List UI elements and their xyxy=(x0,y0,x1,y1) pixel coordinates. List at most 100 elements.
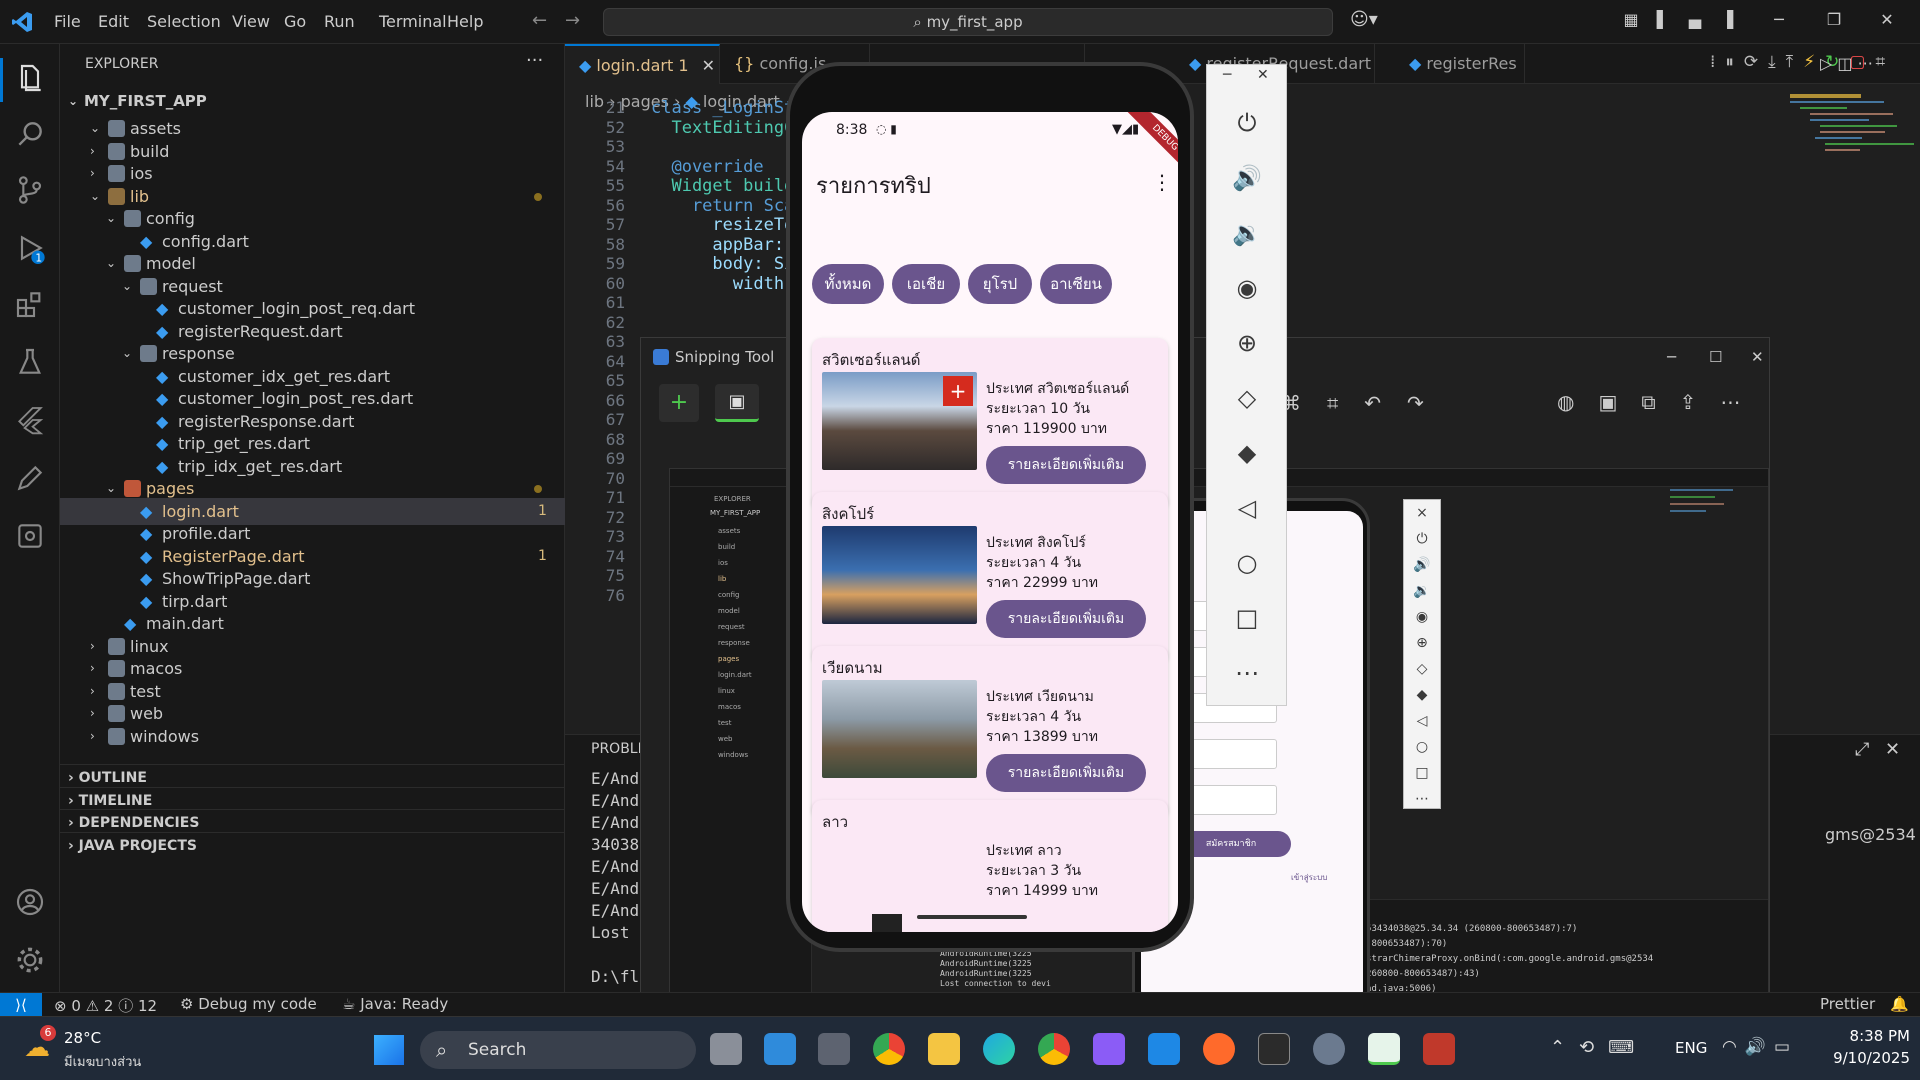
home-icon[interactable]: ○ xyxy=(1229,545,1265,581)
zoom-icon[interactable]: ⊕ xyxy=(1229,325,1265,361)
chrome-icon[interactable] xyxy=(1038,1033,1070,1065)
menu-selection[interactable]: Selection xyxy=(147,12,221,31)
java-status[interactable]: ☕ Java: Ready xyxy=(342,995,448,1013)
android-studio-icon[interactable] xyxy=(1368,1033,1400,1065)
edit-pen-icon[interactable] xyxy=(14,462,46,494)
trip-card[interactable]: สวิตเซอร์แลนด์ + ประเทศ สวิตเซอร์แลนด์ ระยะ… xyxy=(812,338,1168,508)
new-snip-button[interactable]: + xyxy=(659,384,699,422)
source-control-icon[interactable] xyxy=(14,174,46,206)
tray-icons[interactable]: ⌃⟲⌨ xyxy=(1550,1037,1648,1058)
menu-view[interactable]: View xyxy=(232,12,270,31)
layout-custom-icon[interactable]: ▦ xyxy=(1620,10,1642,32)
minimize-icon[interactable]: ─ xyxy=(1768,10,1790,32)
power-icon[interactable]: ⏻ xyxy=(1229,105,1265,141)
menu-terminal[interactable]: Terminal xyxy=(379,12,447,31)
workspace-root[interactable]: ⌄ MY_FIRST_APP xyxy=(60,88,565,115)
toggle-panel-icon[interactable]: ▄ xyxy=(1684,10,1706,32)
details-button[interactable]: รายละเอียดเพิ่มเติม xyxy=(986,446,1146,484)
notepad-icon[interactable] xyxy=(764,1033,796,1065)
overview-icon[interactable]: □ xyxy=(1229,600,1265,636)
task-view-icon[interactable] xyxy=(710,1033,742,1065)
command-center-search[interactable]: ⌕ my_first_app xyxy=(603,8,1333,36)
remote-icon[interactable]: ⟩⟨ xyxy=(0,993,42,1017)
back-icon[interactable]: ◁ xyxy=(1229,490,1265,526)
minimap[interactable] xyxy=(1790,94,1914,424)
testing-icon[interactable] xyxy=(14,346,46,378)
run-debug-icon[interactable]: 1 xyxy=(14,232,46,264)
overflow-menu-icon[interactable]: ⋮ xyxy=(1152,170,1172,194)
trip-card[interactable]: สิงคโปร์ ประเทศ สิงคโปร์ ระยะเวลา 4 วัน ราค… xyxy=(812,492,1168,662)
prettier-status[interactable]: Prettier xyxy=(1820,995,1875,1013)
toggle-secondary-sidebar-icon[interactable]: ▐ xyxy=(1716,10,1738,32)
camera-mode-button[interactable]: ▣ xyxy=(715,384,759,422)
maximize-panel-icon[interactable]: ⤢ xyxy=(1855,739,1869,760)
close-tab-icon[interactable]: ✕ xyxy=(702,56,715,75)
copilot-icon[interactable]: ☺▾ xyxy=(1350,9,1378,30)
trip-card[interactable]: ลาว ประเทศ ลาว ระยะเวลา 3 วัน ราคา 14999 บา… xyxy=(812,800,1168,932)
clock-time[interactable]: 8:38 PM xyxy=(1828,1027,1910,1045)
restore-icon[interactable]: ❐ xyxy=(1823,10,1845,32)
toggle-sidebar-icon[interactable]: ▌ xyxy=(1652,10,1674,32)
filter-chip-europe[interactable]: ยุโรป xyxy=(968,264,1032,304)
app-icon[interactable] xyxy=(1093,1033,1125,1065)
menu-go[interactable]: Go xyxy=(284,12,306,31)
close-icon[interactable]: ✕ xyxy=(1257,67,1269,83)
volume-up-icon[interactable]: 🔊 xyxy=(1229,160,1265,196)
settings-icon[interactable] xyxy=(1313,1033,1345,1065)
filter-chip-asia[interactable]: เอเชีย xyxy=(892,264,960,304)
start-button[interactable] xyxy=(374,1035,404,1065)
back-arrow-icon[interactable]: ← xyxy=(532,10,547,31)
clock-date[interactable]: 9/10/2025 xyxy=(1828,1049,1910,1067)
minimize-icon[interactable]: ─ xyxy=(1223,67,1231,83)
menu-edit[interactable]: Edit xyxy=(98,12,129,31)
app-icon[interactable] xyxy=(818,1033,850,1065)
section-java-projects[interactable]: › JAVA PROJECTS xyxy=(60,831,565,859)
close-icon[interactable]: ✕ xyxy=(1751,338,1764,376)
chrome-icon[interactable] xyxy=(873,1033,905,1065)
folder-item[interactable]: › windows xyxy=(60,723,565,750)
menu-run[interactable]: Run xyxy=(324,12,355,31)
tab-register-response[interactable]: ◆ registerRes xyxy=(1395,44,1525,84)
terminal-icon[interactable] xyxy=(1258,1033,1290,1065)
menu-file[interactable]: File xyxy=(54,12,81,31)
run-file-icon[interactable]: ▷ ◫ ··· xyxy=(1820,54,1873,73)
trip-card[interactable]: เวียดนาม ประเทศ เวียดนาม ระยะเวลา 4 วัน ราค… xyxy=(812,646,1168,816)
filter-chip-asean[interactable]: อาเซียน xyxy=(1040,264,1112,304)
account-icon[interactable] xyxy=(14,886,46,918)
debug-status[interactable]: ⚙ Debug my code xyxy=(180,995,317,1013)
minimize-icon[interactable]: ─ xyxy=(1667,338,1676,376)
tab-login-dart[interactable]: ◆ login.dart 1 ✕ xyxy=(565,44,720,84)
explorer-icon[interactable] xyxy=(14,62,46,94)
tab-problems[interactable]: PROBLE xyxy=(591,741,646,757)
snipping-tool-icon[interactable] xyxy=(1423,1033,1455,1065)
maximize-icon[interactable]: ☐ xyxy=(1709,338,1722,376)
more-icon[interactable]: ⋯ xyxy=(1229,655,1265,691)
postman-icon[interactable] xyxy=(1203,1033,1235,1065)
filter-chip-all[interactable]: ทั้งหมด xyxy=(812,264,884,304)
rotate-left-icon[interactable]: ◇ xyxy=(1229,380,1265,416)
details-button[interactable]: รายละเอียดเพิ่มเติม xyxy=(986,600,1146,638)
details-button[interactable]: รายละเอียดเพิ่มเติม xyxy=(986,754,1146,792)
snip-share-actions[interactable]: ◍▣⧉⇪⋯ xyxy=(1557,390,1764,414)
more-actions-icon[interactable]: ··· xyxy=(526,50,543,71)
file-explorer-icon[interactable] xyxy=(928,1033,960,1065)
weather-widget[interactable]: ☁ 6 xyxy=(24,1025,60,1067)
taskbar-search[interactable]: ⌕ Search xyxy=(420,1031,696,1069)
volume-down-icon[interactable]: 🔉 xyxy=(1229,215,1265,251)
flutter-icon[interactable] xyxy=(14,404,46,436)
login-link[interactable]: เข้าสู่ระบบ xyxy=(1291,871,1327,884)
language-indicator[interactable]: ENG xyxy=(1675,1039,1707,1057)
close-panel-icon[interactable]: ✕ xyxy=(1885,739,1900,760)
network-volume-battery-icons[interactable]: ◠🔊▭ xyxy=(1722,1037,1798,1057)
vscode-icon[interactable] xyxy=(1148,1033,1180,1065)
menu-help[interactable]: Help xyxy=(447,12,483,31)
close-icon[interactable]: ✕ xyxy=(1876,10,1898,32)
problems-summary[interactable]: ⊗ 0 ⚠ 2 ⓘ 12 xyxy=(54,995,157,1016)
rotate-right-icon[interactable]: ◆ xyxy=(1229,435,1265,471)
remote-explorer-icon[interactable] xyxy=(14,520,46,552)
settings-gear-icon[interactable] xyxy=(14,944,46,976)
notifications-icon[interactable]: 🔔 xyxy=(1890,995,1909,1013)
search-icon[interactable] xyxy=(14,118,46,150)
snip-actions[interactable]: ⌘⌗↶↷ xyxy=(1281,391,1450,415)
extensions-icon[interactable] xyxy=(14,288,46,320)
